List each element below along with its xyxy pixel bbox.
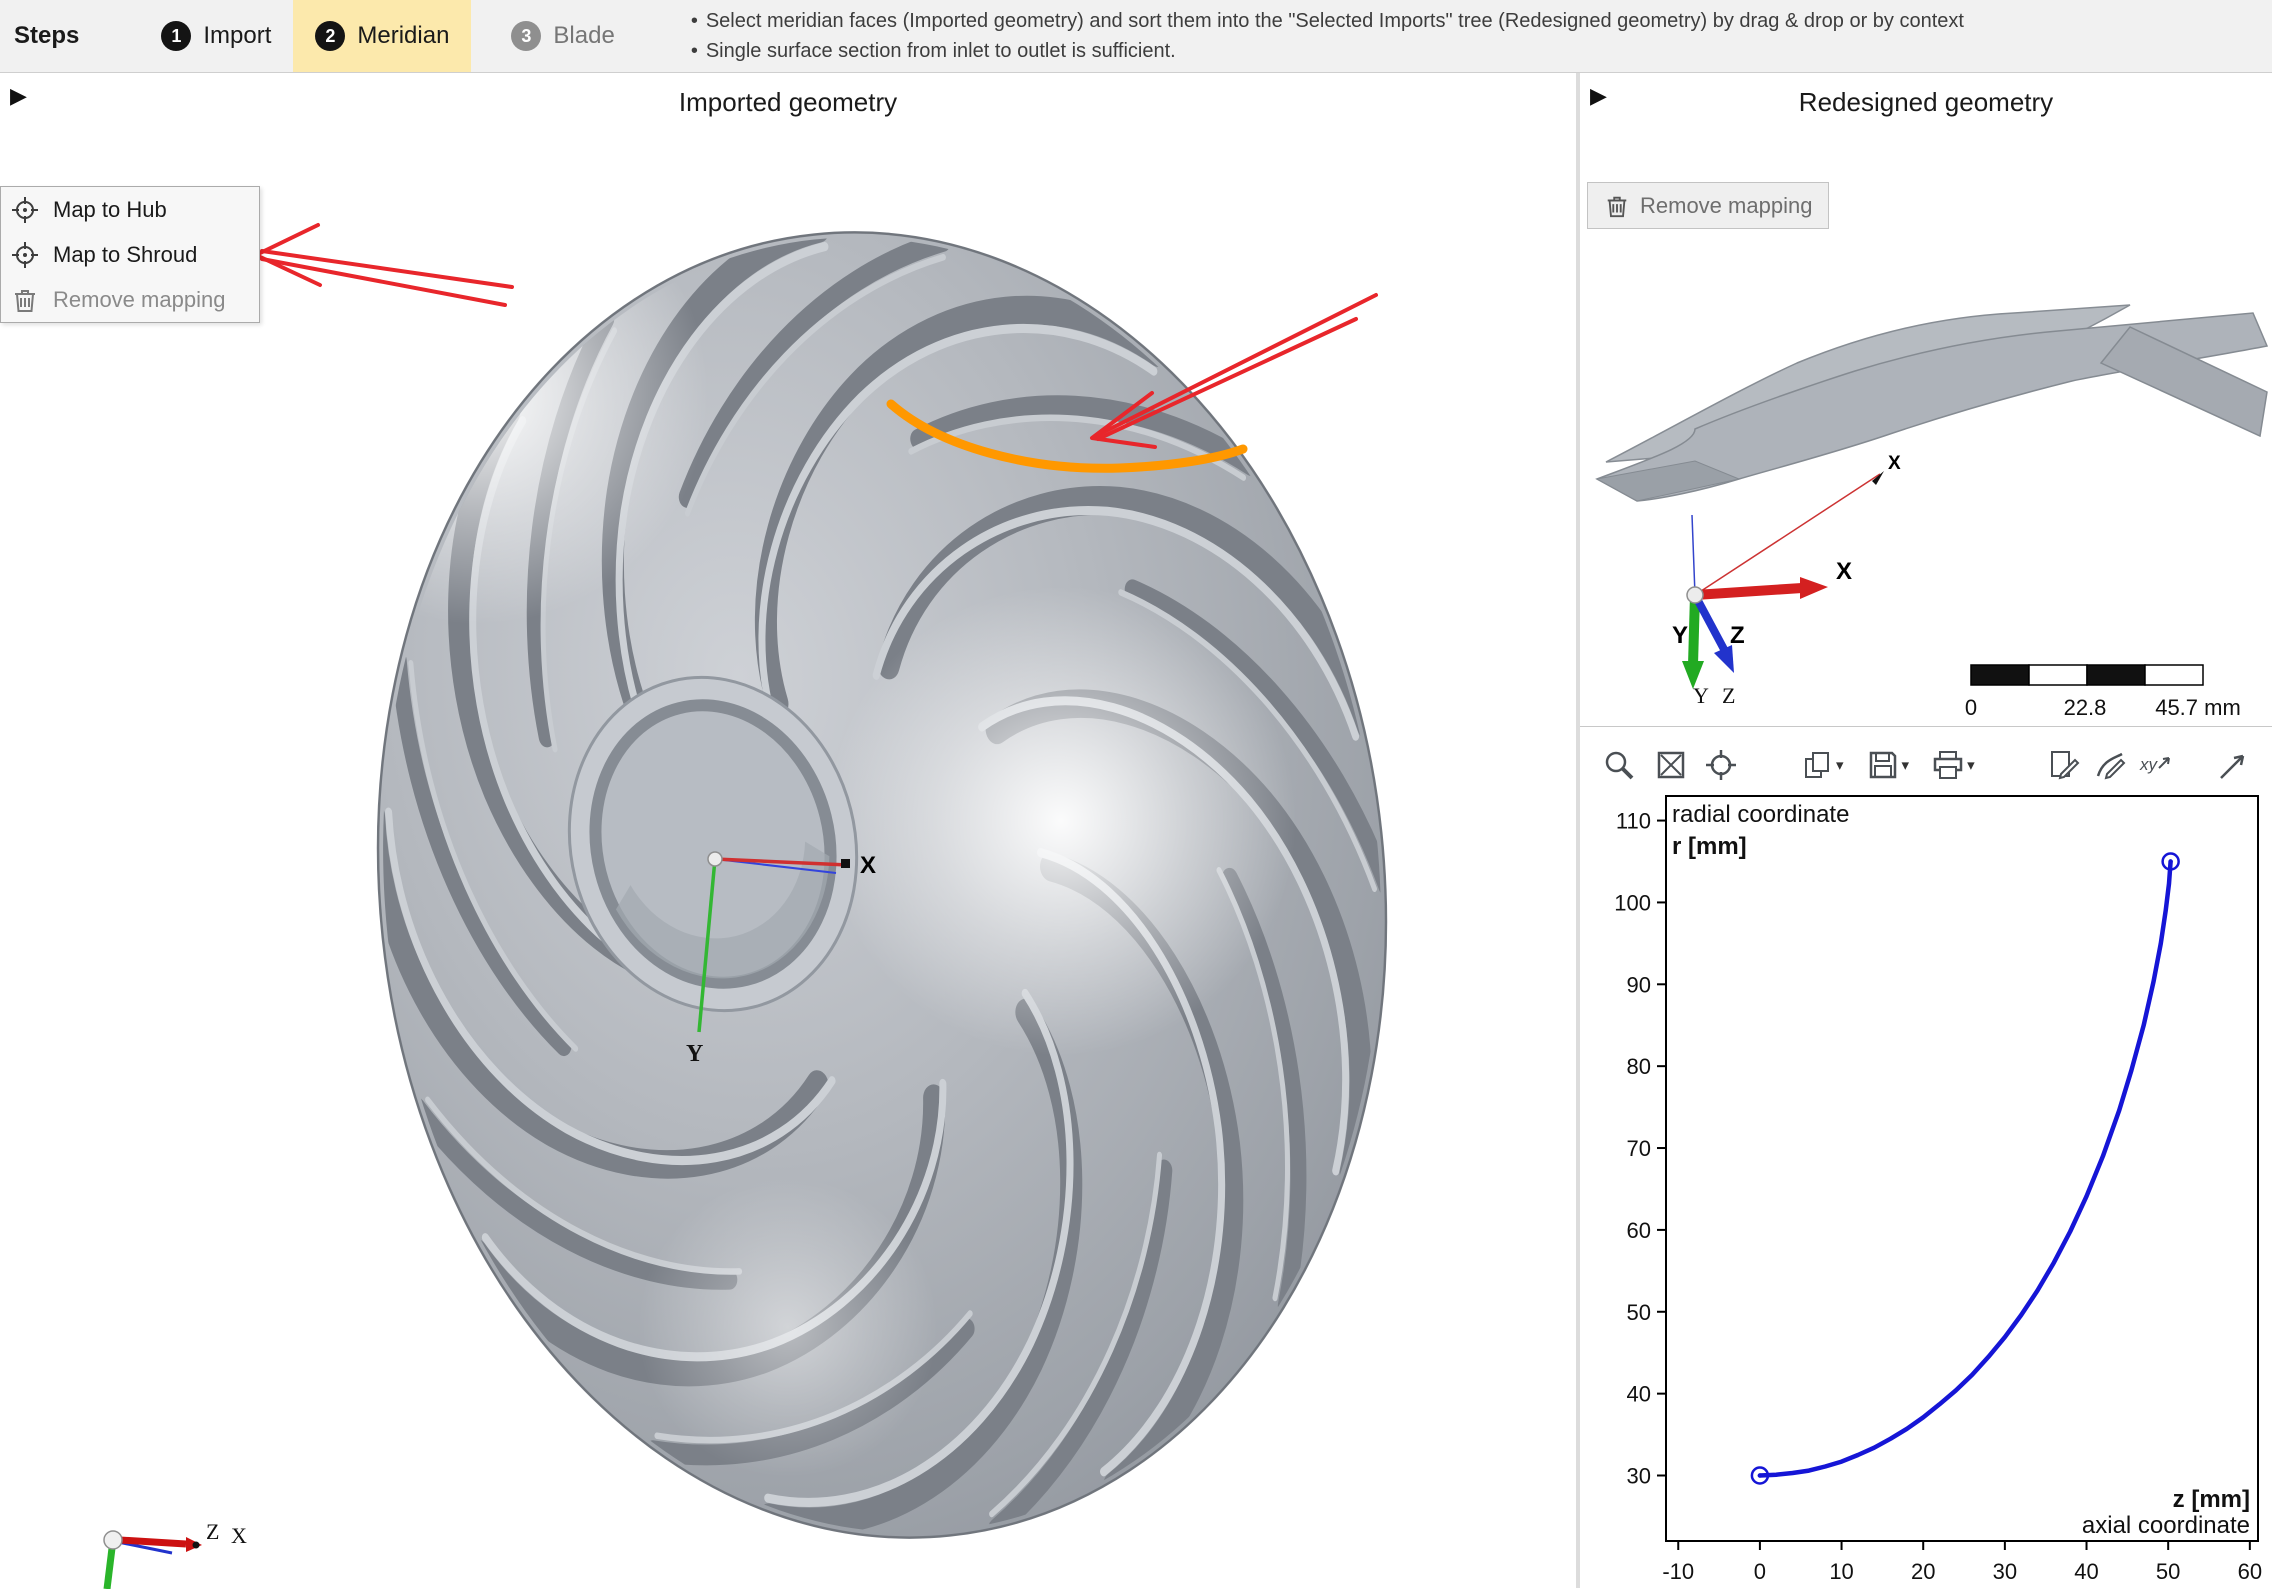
scale-mid-label: 22.8 [2064,695,2107,720]
chart-toolbar: ▾ ▾ ▾ [1580,739,2272,791]
plot-frame[interactable] [1666,796,2258,1541]
step-blade[interactable]: 3 Blade [489,0,636,72]
step-2-badge: 2 [315,21,345,51]
redesigned-geometry-title: Redesigned geometry [1580,87,2272,118]
y-axis-title: radial coordinate [1672,801,1849,828]
meridian-contour-chart[interactable]: 30 40 50 60 70 80 90 100 110 -10 0 10 20 30 40 50 60 radi… [1580,792,2272,1590]
imported-geometry-title: Imported geometry [0,87,1576,118]
x-tick-label: 0 [1754,1559,1766,1584]
axis-y-label: Y [1672,622,1688,649]
step-2-label: Meridian [357,22,449,50]
export-xy-icon[interactable]: xy [2137,748,2171,782]
menu-item-label: Map to Shroud [53,242,197,268]
annotation-arrow-menu [256,225,512,305]
scale-start-label: 0 [1965,695,1977,720]
print-icon[interactable] [1931,748,1965,782]
x-tick-label: 30 [1993,1559,2017,1584]
scale-bar: 0 22.8 45.7 mm [1965,665,2241,720]
x-tick-label: 20 [1911,1559,1935,1584]
y-tick-label: 70 [1627,1136,1651,1161]
x-tick-label: -10 [1662,1559,1694,1584]
chevron-down-icon[interactable]: ▾ [1967,756,1975,774]
x-axis-unit: z [mm] [2173,1486,2250,1513]
remove-mapping-button[interactable]: Remove mapping [1587,182,1829,229]
axis-z-label: Z [1730,622,1745,649]
redesigned-geometry-panel: ▶ Redesigned geometry Remove mapping [1580,73,2272,1588]
axis-x-label: X [1836,558,1852,585]
redesigned-geometry-view-wrap: Remove mapping X [1580,129,2272,726]
y-tick-label: 90 [1627,972,1651,997]
edit-curve-icon[interactable] [2093,748,2127,782]
imported-geometry-header: ▶ Imported geometry [0,73,1576,129]
zoom-icon[interactable] [1602,748,1636,782]
axis-x-label: X [860,852,876,879]
bullet-icon: • [691,10,698,32]
x-tick-label: 10 [1829,1559,1853,1584]
y-tick-label: 50 [1627,1300,1651,1325]
y-tick-label: 60 [1627,1218,1651,1243]
remove-mapping-label: Remove mapping [1640,193,1812,219]
edit-points-icon[interactable] [2047,748,2081,782]
step-instructions: • Select meridian faces (Imported geometr… [691,6,2272,66]
x-tick-label: 50 [2156,1559,2180,1584]
chevron-down-icon[interactable]: ▾ [1902,756,1910,774]
meridian-chart-panel: ▾ ▾ ▾ [1580,726,2272,1590]
fit-view-icon[interactable] [1654,748,1688,782]
crosshair-icon [11,241,39,269]
menu-item-remove-mapping[interactable]: Remove mapping [1,277,259,322]
trash-icon [11,286,39,314]
menu-item-map-to-shroud[interactable]: Map to Shroud [1,232,259,277]
y-tick-label: 40 [1627,1382,1651,1407]
menu-item-map-to-hub[interactable]: Map to Hub [1,187,259,232]
bullet-icon: • [691,40,698,62]
scale-end-label: 45.7 mm [2155,695,2241,720]
meridian-surfaces[interactable] [1597,305,2267,501]
axis-z-label: Z [206,1519,219,1544]
axis-x-label: X [231,1523,247,1548]
x-tick-label: 40 [2074,1559,2098,1584]
step-import[interactable]: 1 Import [139,0,293,72]
instruction-text-1: Select meridian faces (Imported geometry… [706,10,1964,32]
axis-z-serif-label: Z [1722,683,1735,708]
x-axis-title: axial coordinate [2082,1512,2250,1539]
y-tick-label: 100 [1614,890,1651,915]
y-axis-unit: r [mm] [1672,833,1747,860]
step-meridian-active[interactable]: 2 Meridian [293,0,471,72]
imported-geometry-3d-view[interactable]: X Y [0,129,1576,1589]
y-tick-label: 30 [1627,1464,1651,1489]
chevron-down-icon[interactable]: ▾ [1836,756,1844,774]
axis-x-small-label: X [1888,453,1901,474]
crosshair-icon [11,196,39,224]
mapping-context-menu: Map to Hub Map to Shroud [0,186,260,323]
axis-y-serif-label: Y [1693,683,1709,708]
application-window: Steps 1 Import 2 Meridian 3 Blade • Selec… [0,0,2272,1588]
svg-text:xy: xy [2139,755,2159,774]
x-tick-label: 60 [2238,1559,2262,1584]
instruction-text-2: Single surface section from inlet to out… [706,40,1176,62]
instruction-line-2: • Single surface section from inlet to ou… [691,36,2272,66]
view-orientation-triad: Z X [104,1519,247,1589]
y-tick-label: 110 [1616,809,1651,834]
step-3-badge: 3 [511,21,541,51]
step-3-label: Blade [553,22,614,50]
imported-geometry-panel: ▶ Imported geometry Map to Hub [0,73,1580,1588]
redesigned-geometry-header: ▶ Redesigned geometry [1580,73,2272,129]
copy-icon[interactable] [1800,748,1834,782]
clipped-edge-icon[interactable] [2217,748,2251,782]
step-1-label: Import [203,22,271,50]
menu-item-label: Remove mapping [53,287,225,313]
menu-item-label: Map to Hub [53,197,167,223]
y-tick-label: 80 [1627,1054,1651,1079]
save-icon[interactable] [1866,748,1900,782]
steps-bar: Steps 1 Import 2 Meridian 3 Blade • Selec… [0,0,2272,73]
trash-icon [1604,193,1630,219]
crosshair-icon[interactable] [1704,748,1738,782]
instruction-line-1: • Select meridian faces (Imported geometr… [691,6,2272,36]
step-1-badge: 1 [161,21,191,51]
redesigned-coordinate-triad: X X Y Z Y Z [1672,453,1901,708]
steps-label: Steps [14,22,79,50]
axis-y-label: Y [686,1041,703,1067]
